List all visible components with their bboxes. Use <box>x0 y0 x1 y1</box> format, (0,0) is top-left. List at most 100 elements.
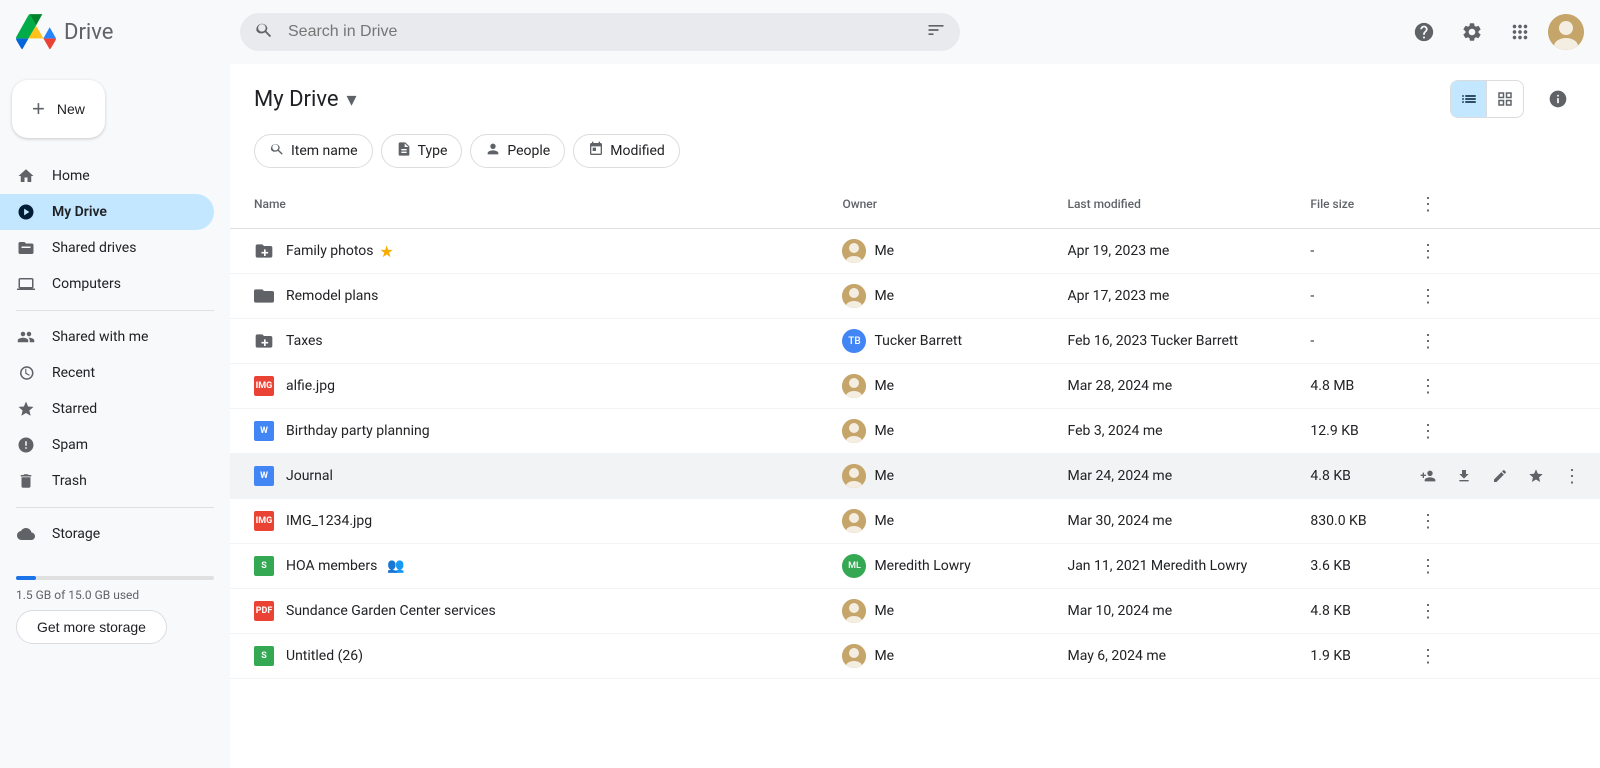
actions-cell: ⋮ <box>1400 319 1600 364</box>
add-person-button[interactable] <box>1412 460 1444 492</box>
sidebar-item-recent[interactable]: Recent <box>0 355 214 391</box>
table-row[interactable]: IMG IMG_1234.jpg Me Mar 30, 2024 me 830.… <box>230 499 1600 544</box>
row-more-button[interactable]: ⋮ <box>1412 595 1444 627</box>
row-more-button[interactable]: ⋮ <box>1412 370 1444 402</box>
row-more-button[interactable]: ⋮ <box>1412 640 1444 672</box>
owner-cell: Me <box>842 464 1043 488</box>
col-last-modified: Last modified <box>1055 180 1298 229</box>
storage-bar-fill <box>16 576 36 580</box>
file-row-name: Family photos★ <box>254 241 818 261</box>
row-more-button[interactable]: ⋮ <box>1412 325 1444 357</box>
sidebar-item-shared-drives[interactable]: Shared drives <box>0 230 214 266</box>
grid-view-button[interactable] <box>1487 81 1523 117</box>
filter-item-name[interactable]: Item name <box>254 134 373 168</box>
get-more-storage-button[interactable]: Get more storage <box>16 610 167 644</box>
owner-name: Me <box>874 513 894 529</box>
table-row[interactable]: Remodel plans Me Apr 17, 2023 me - ⋮ <box>230 274 1600 319</box>
sidebar-divider-1 <box>16 310 214 311</box>
filesize-cell: 830.0 KB <box>1298 499 1400 544</box>
table-row[interactable]: Family photos★ Me Apr 19, 2023 me - ⋮ <box>230 229 1600 274</box>
content-area: My Drive ▾ <box>230 64 1600 768</box>
search-input[interactable] <box>240 13 960 51</box>
file-type-icon: S <box>254 646 274 666</box>
apps-button[interactable] <box>1500 12 1540 52</box>
settings-button[interactable] <box>1452 12 1492 52</box>
modified-cell: Mar 24, 2024 me <box>1055 454 1298 499</box>
filter-people[interactable]: People <box>470 134 565 168</box>
sidebar-item-shared-with-me[interactable]: Shared with me <box>0 319 214 355</box>
info-button[interactable] <box>1540 81 1576 117</box>
row-more-button[interactable]: ⋮ <box>1412 550 1444 582</box>
sidebar-item-starred-label: Starred <box>52 401 97 417</box>
table-row[interactable]: PDF Sundance Garden Center services Me M… <box>230 589 1600 634</box>
filter-item-name-label: Item name <box>291 143 358 159</box>
search-filter-icon[interactable] <box>926 20 946 44</box>
table-row[interactable]: S HOA members👥 ML Meredith Lowry Jan 11,… <box>230 544 1600 589</box>
actions-cell: ⋮ <box>1400 544 1600 589</box>
filter-modified[interactable]: Modified <box>573 134 680 168</box>
sidebar-item-starred[interactable]: Starred <box>0 391 214 427</box>
owner-name: Me <box>874 378 894 394</box>
file-list: Family photos★ Me Apr 19, 2023 me - ⋮ Re… <box>230 229 1600 679</box>
starred-icon <box>16 399 36 419</box>
file-row-name: S HOA members👥 <box>254 556 818 576</box>
filesize-cell: 4.8 MB <box>1298 364 1400 409</box>
file-row-name: W Journal <box>254 466 818 486</box>
logo: Drive <box>16 12 216 52</box>
row-more-button[interactable]: ⋮ <box>1412 235 1444 267</box>
title-dropdown-icon[interactable]: ▾ <box>347 87 357 111</box>
user-avatar[interactable] <box>1548 14 1584 50</box>
table-row[interactable]: Taxes TB Tucker Barrett Feb 16, 2023 Tuc… <box>230 319 1600 364</box>
help-button[interactable] <box>1404 12 1444 52</box>
file-row-name: S Untitled (26) <box>254 646 818 666</box>
table-row[interactable]: W Birthday party planning Me Feb 3, 2024… <box>230 409 1600 454</box>
filesize-cell: 4.8 KB <box>1298 589 1400 634</box>
sidebar-item-trash[interactable]: Trash <box>0 463 214 499</box>
owner-name: Tucker Barrett <box>874 333 962 349</box>
filter-modified-label: Modified <box>610 143 665 159</box>
row-more-button[interactable]: ⋮ <box>1412 280 1444 312</box>
filter-type[interactable]: Type <box>381 134 463 168</box>
filesize-cell: 4.8 KB <box>1298 454 1400 499</box>
list-view-button[interactable] <box>1451 81 1487 117</box>
file-name: IMG_1234.jpg <box>286 513 372 529</box>
file-type-icon: W <box>254 421 274 441</box>
trash-icon <box>16 471 36 491</box>
filter-type-label: Type <box>418 143 448 159</box>
file-name: alfie.jpg <box>286 378 335 394</box>
table-more-button[interactable]: ⋮ <box>1412 188 1444 220</box>
file-row-name: Taxes <box>254 331 818 351</box>
sidebar-item-home[interactable]: Home <box>0 158 214 194</box>
owner-cell: TB Tucker Barrett <box>842 329 1043 353</box>
spam-icon <box>16 435 36 455</box>
file-name: Journal <box>286 468 333 484</box>
file-table: Name Owner Last modified File size ⋮ Fam… <box>230 180 1600 679</box>
storage-bar-background <box>16 576 214 580</box>
modified-cell: Mar 10, 2024 me <box>1055 589 1298 634</box>
table-row[interactable]: IMG alfie.jpg Me Mar 28, 2024 me 4.8 MB … <box>230 364 1600 409</box>
row-more-button[interactable]: ⋮ <box>1412 415 1444 447</box>
sidebar-item-storage[interactable]: Storage <box>0 516 214 552</box>
file-row-name: W Birthday party planning <box>254 421 818 441</box>
owner-cell: Me <box>842 239 1043 263</box>
table-row[interactable]: W Journal Me Mar 24, 2024 me 4.8 KB <box>230 454 1600 499</box>
actions-cell: ⋮ <box>1400 499 1600 544</box>
star-button[interactable] <box>1520 460 1552 492</box>
sidebar-item-my-drive[interactable]: My Drive <box>0 194 214 230</box>
drive-title: My Drive ▾ <box>254 87 357 112</box>
file-name: Taxes <box>286 333 323 349</box>
owner-cell: Me <box>842 644 1043 668</box>
owner-name: Meredith Lowry <box>874 558 970 574</box>
sidebar-item-computers[interactable]: Computers <box>0 266 214 302</box>
search-bar <box>240 13 960 51</box>
new-button[interactable]: + New <box>12 80 105 138</box>
filter-type-icon <box>396 141 412 161</box>
table-row[interactable]: S Untitled (26) Me May 6, 2024 me 1.9 KB… <box>230 634 1600 679</box>
list-view-toggle <box>1450 80 1524 118</box>
edit-button[interactable] <box>1484 460 1516 492</box>
row-more-button[interactable]: ⋮ <box>1556 460 1588 492</box>
download-button[interactable] <box>1448 460 1480 492</box>
filter-modified-icon <box>588 141 604 161</box>
sidebar-item-spam[interactable]: Spam <box>0 427 214 463</box>
row-more-button[interactable]: ⋮ <box>1412 505 1444 537</box>
